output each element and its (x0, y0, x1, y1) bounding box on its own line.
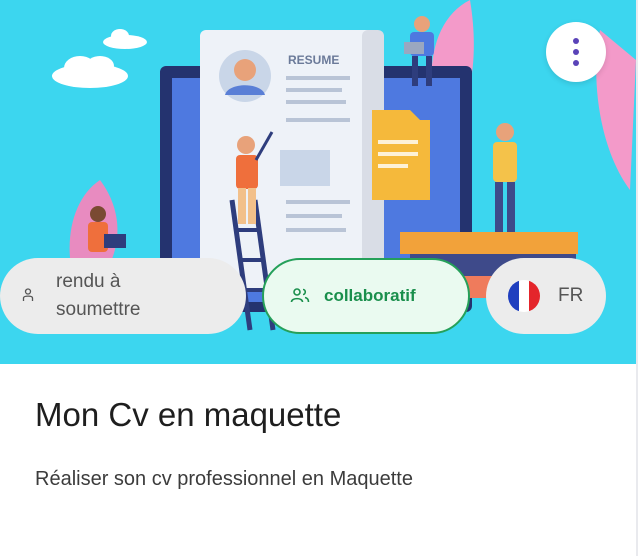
cloud-icon (103, 29, 147, 49)
course-card[interactable]: RESUME rendu à soumettre collaboratif FR… (0, 0, 638, 556)
collaboration-badge: collaboratif (262, 258, 470, 334)
people-icon (290, 287, 310, 305)
language-badge: FR (486, 258, 606, 334)
status-badge: rendu à soumettre (0, 258, 246, 334)
kebab-vertical-icon (573, 38, 579, 66)
person-icon (22, 287, 34, 305)
resume-heading: RESUME (288, 53, 339, 67)
language-label: FR (558, 285, 584, 306)
collaboration-label: collaboratif (324, 286, 416, 305)
cloud-icon (52, 56, 128, 88)
card-description: Réaliser son cv professionnel en Maquett… (35, 468, 413, 490)
france-flag-icon (508, 280, 540, 312)
card-hero: RESUME rendu à soumettre collaboratif FR (0, 0, 636, 364)
more-options-button[interactable] (546, 22, 606, 82)
card-title[interactable]: Mon Cv en maquette (35, 396, 341, 434)
status-label: rendu à soumettre (56, 271, 141, 320)
